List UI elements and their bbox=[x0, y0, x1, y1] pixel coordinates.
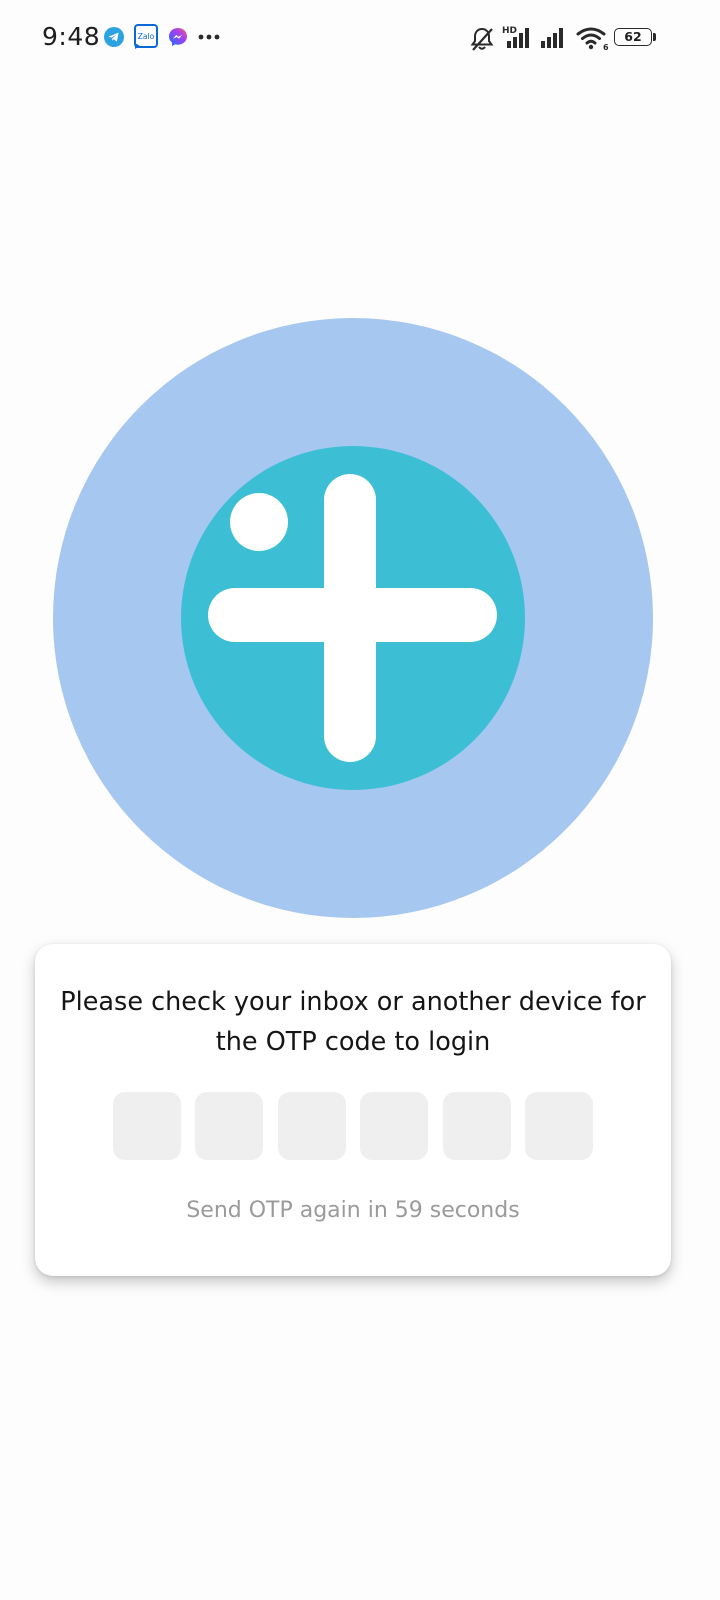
zalo-icon: Zalo bbox=[134, 24, 158, 49]
otp-digit-input[interactable] bbox=[195, 1092, 263, 1160]
otp-digit-input[interactable] bbox=[278, 1092, 346, 1160]
medical-cross-logo bbox=[53, 318, 653, 918]
wifi-icon: 6 bbox=[576, 27, 609, 51]
otp-card: Please check your inbox or another devic… bbox=[35, 944, 671, 1276]
wifi-label: 6 bbox=[603, 43, 609, 51]
signal-icon bbox=[541, 28, 563, 48]
zalo-label: Zalo bbox=[138, 32, 155, 41]
status-bar: 9:48 Zalo HD 6 62 bbox=[0, 0, 720, 78]
logo-dot bbox=[230, 493, 288, 551]
mute-icon bbox=[470, 27, 494, 51]
status-time: 9:48 bbox=[42, 22, 101, 51]
otp-digit-input[interactable] bbox=[525, 1092, 593, 1160]
telegram-icon bbox=[104, 27, 124, 47]
otp-digit-input[interactable] bbox=[360, 1092, 428, 1160]
messenger-icon bbox=[169, 28, 187, 46]
battery-level: 62 bbox=[624, 29, 642, 44]
network-type-label: HD bbox=[502, 26, 517, 36]
system-icons: HD 6 62 bbox=[468, 24, 668, 54]
otp-instruction-text: Please check your inbox or another devic… bbox=[60, 987, 646, 1057]
more-notifications-icon bbox=[198, 34, 220, 40]
otp-digit-input[interactable] bbox=[443, 1092, 511, 1160]
otp-digit-input[interactable] bbox=[113, 1092, 181, 1160]
battery-tip bbox=[653, 33, 656, 41]
otp-input-group bbox=[113, 1092, 595, 1160]
resend-otp-countdown: Send OTP again in 59 seconds bbox=[186, 1198, 520, 1223]
logo-cross-horizontal bbox=[208, 588, 497, 642]
signal-icon: HD bbox=[502, 26, 529, 48]
